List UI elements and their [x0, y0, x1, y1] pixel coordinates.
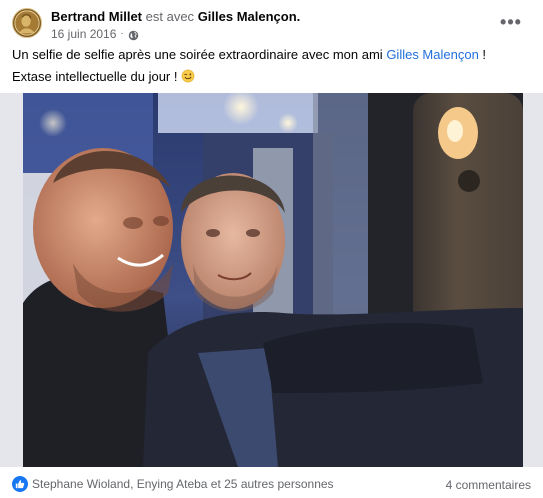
post-date[interactable]: 16 juin 2016	[51, 26, 116, 42]
more-options-button[interactable]: •••	[497, 10, 525, 34]
post-text-segment: Un selfie de selfie après une soirée ext…	[12, 47, 387, 62]
globe-icon	[128, 29, 139, 40]
post-text-line-2: Extase intellectuelle du jour !	[12, 66, 531, 88]
author-line: Bertrand Millet est avec Gilles Malençon…	[51, 9, 300, 25]
author-name[interactable]: Bertrand Millet	[51, 9, 142, 24]
selfie-photo-illustration	[23, 93, 523, 467]
post-date-line: 16 juin 2016 ·	[51, 26, 300, 42]
facebook-post: Bertrand Millet est avec Gilles Malençon…	[0, 0, 543, 498]
post-footer: Stephane Wioland, Enying Ateba et 25 aut…	[12, 474, 531, 494]
mention-link[interactable]: Gilles Malençon	[386, 47, 479, 62]
author-avatar[interactable]	[12, 8, 42, 38]
post-text-line-1: Un selfie de selfie après une soirée ext…	[12, 44, 531, 66]
post-header: Bertrand Millet est avec Gilles Malençon…	[12, 8, 531, 42]
tagged-period: .	[296, 9, 301, 24]
reactions-summary[interactable]: Stephane Wioland, Enying Ateba et 25 aut…	[12, 476, 334, 492]
post-meta: Bertrand Millet est avec Gilles Malençon…	[51, 9, 300, 42]
with-text: est avec	[145, 9, 195, 24]
date-separator: ·	[120, 28, 124, 39]
post-text-segment-end: !	[478, 47, 487, 62]
like-icon	[12, 476, 28, 492]
post-text: Un selfie de selfie après une soirée ext…	[12, 44, 531, 88]
avatar-coin-image	[14, 10, 40, 36]
photo-container[interactable]	[0, 93, 543, 467]
post-photo[interactable]	[23, 93, 523, 467]
tagged-name[interactable]: Gilles Malençon	[198, 9, 297, 24]
reactions-text: Stephane Wioland, Enying Ateba et 25 aut…	[32, 477, 334, 491]
comments-count[interactable]: 4 commentaires	[446, 478, 531, 492]
winking-face-emoji-icon	[181, 68, 195, 83]
post-text-line-2-text: Extase intellectuelle du jour !	[12, 69, 182, 84]
